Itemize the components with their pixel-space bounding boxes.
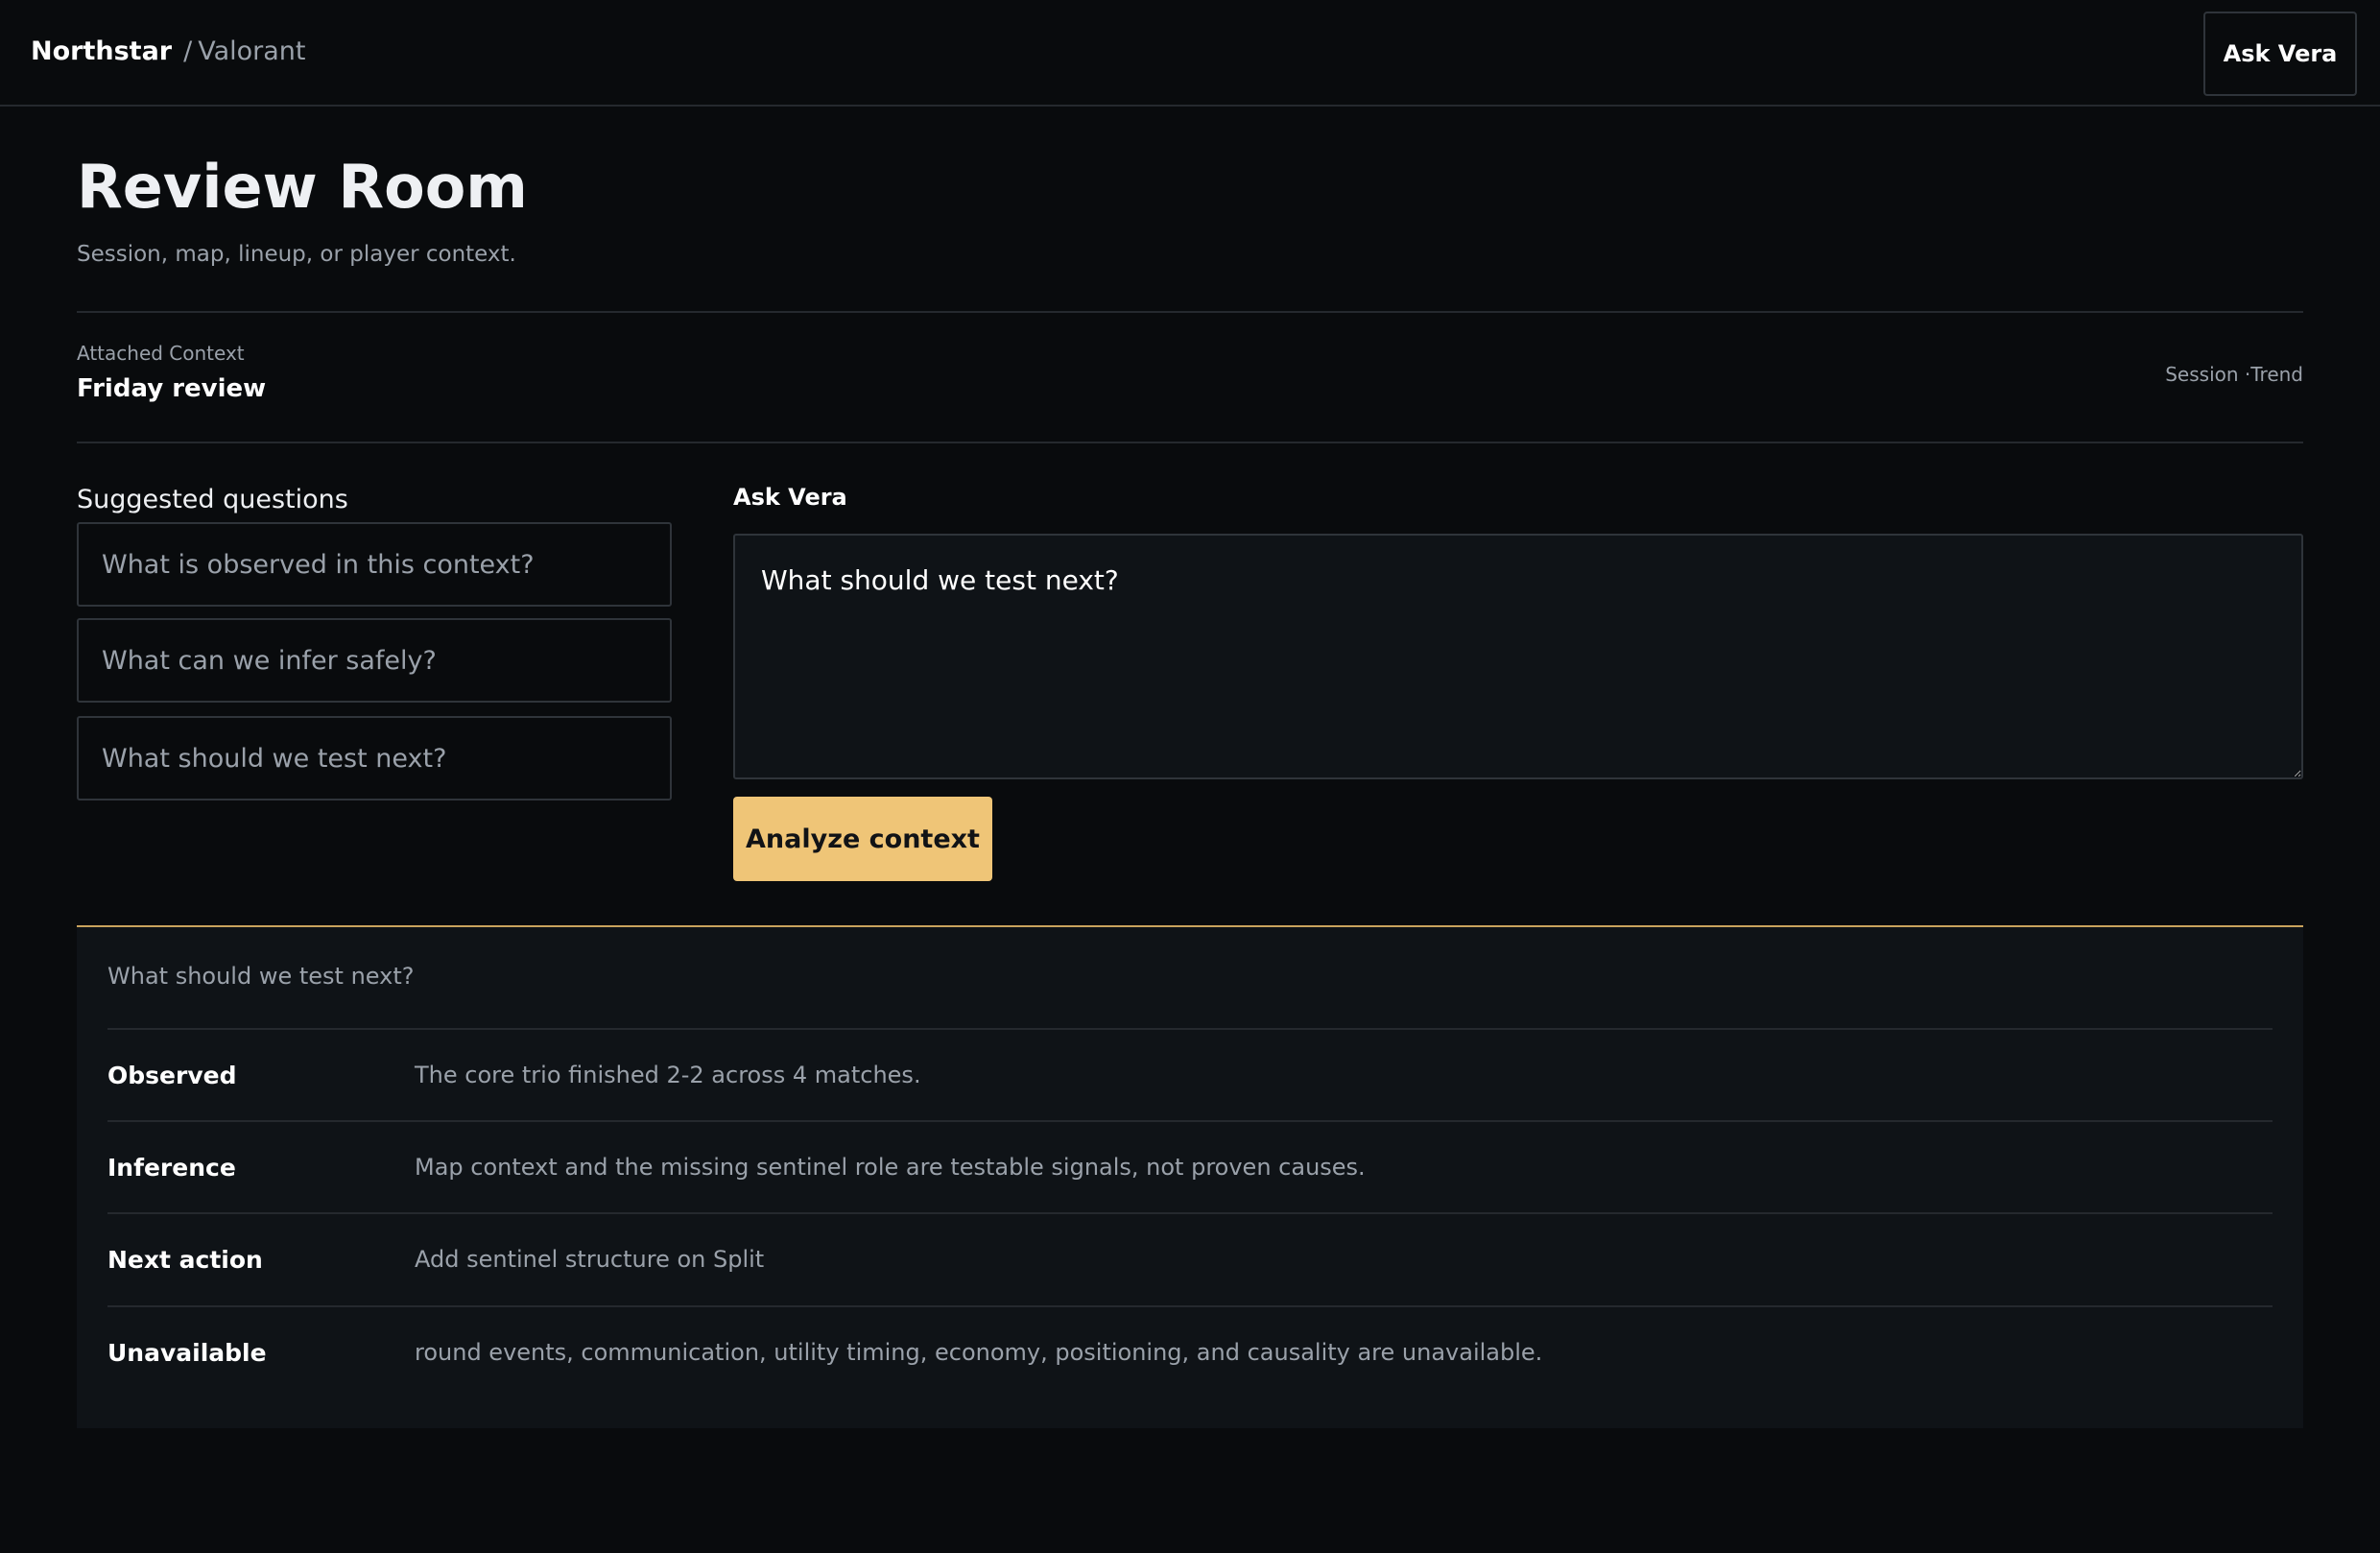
analysis-result: What should we test next? Observed The c… (77, 925, 2303, 1428)
context-value: Friday review (77, 374, 267, 403)
suggestion-button[interactable]: What can we infer safely? (77, 618, 672, 703)
result-row-inference: Inference Map context and the missing se… (107, 1120, 2273, 1212)
divider (77, 311, 2303, 313)
ask-vera-button[interactable]: Ask Vera (2203, 12, 2357, 96)
page-title: Review Room (77, 152, 528, 222)
result-row-next-action: Next action Add sentinel structure on Sp… (107, 1212, 2273, 1304)
brand-name[interactable]: Northstar (31, 36, 172, 66)
divider (77, 442, 2303, 443)
suggestion-button[interactable]: What should we test next? (77, 716, 672, 800)
ask-vera-label: Ask Vera (733, 484, 847, 511)
page-subtitle: Session, map, lineup, or player context. (77, 242, 516, 267)
suggestion-button[interactable]: What is observed in this context? (77, 522, 672, 607)
context-meta: Session ·Trend (2165, 363, 2303, 386)
question-input[interactable]: What should we test next? (733, 534, 2303, 779)
suggested-questions-heading: Suggested questions (77, 485, 348, 514)
result-row-value: Map context and the missing sentinel rol… (415, 1154, 1366, 1181)
result-row-key: Observed (107, 1061, 237, 1089)
breadcrumb-separator: / (183, 36, 193, 66)
result-row-value: Add sentinel structure on Split (415, 1246, 765, 1273)
result-question: What should we test next? (107, 963, 415, 990)
result-row-observed: Observed The core trio finished 2-2 acro… (107, 1028, 2273, 1120)
result-row-value: round events, communication, utility tim… (415, 1339, 1543, 1366)
context-label: Attached Context (77, 342, 245, 365)
result-row-key: Unavailable (107, 1338, 267, 1367)
result-row-value: The core trio finished 2-2 across 4 matc… (415, 1062, 921, 1088)
result-row-key: Next action (107, 1245, 263, 1274)
top-bar: Northstar / Valorant Ask Vera (0, 0, 2380, 107)
analyze-context-button[interactable]: Analyze context (733, 797, 992, 881)
result-row-key: Inference (107, 1153, 236, 1182)
breadcrumb: Northstar / Valorant (31, 31, 306, 71)
result-row-unavailable: Unavailable round events, communication,… (107, 1305, 2273, 1398)
breadcrumb-game[interactable]: Valorant (198, 36, 305, 66)
